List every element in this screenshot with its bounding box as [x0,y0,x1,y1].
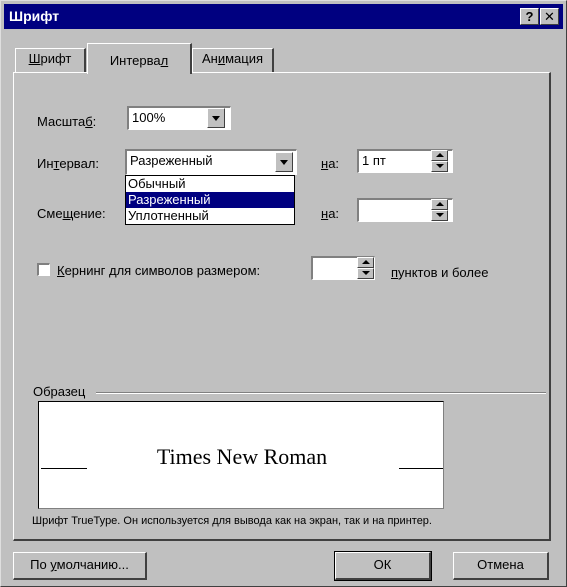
font-type-note: Шрифт TrueType. Он используется для выво… [32,515,432,527]
scale-value: 100% [132,110,166,125]
cancel-button[interactable]: Отмена [453,552,549,580]
dialog-title: Шрифт [9,8,60,24]
tab-font[interactable]: Шрифт [15,48,86,72]
preview-baseline-right [399,468,443,469]
spin-up-icon[interactable] [431,199,448,210]
preview-box: Times New Roman [38,401,444,509]
offset-by-spinner[interactable] [431,199,448,221]
interval-label: Интервал: [37,156,99,171]
preview-group-line [96,392,546,394]
offset-label: Смещение: [37,206,106,221]
tab-interval-accel: л [160,53,169,68]
interval-value: Разреженный [130,153,213,168]
interval-by-value: 1 пт [362,153,386,168]
tab-font-label: рифт [40,51,72,66]
kerning-size-spinner[interactable] [357,257,374,279]
title-bar: Шрифт ? ✕ [4,4,563,29]
interval-combobox[interactable]: Разреженный [125,149,297,175]
interval-dropdown-list: Обычный Разреженный Уплотненный [125,175,295,225]
tab-animation-label: Ан [201,51,218,66]
scale-label: Масштаб: [37,114,97,129]
spin-down-icon[interactable] [431,210,448,221]
kerning-suffix-label: пунктов и более [391,265,489,280]
spin-up-icon[interactable] [431,150,448,161]
tab-animation-label-rest: мация [225,51,264,66]
ok-button[interactable]: ОК [334,551,432,581]
tab-animation-accel: и [217,51,226,66]
spin-down-icon[interactable] [431,161,448,172]
interval-option-condensed[interactable]: Уплотненный [126,208,294,224]
preview-sample-text: Times New Roman [156,444,328,469]
tab-interval-label: Интерва [109,53,161,68]
interval-by-spinner[interactable] [431,150,448,172]
preview-group-label: Образец [33,384,86,399]
interval-by-label: на: [321,156,340,171]
tab-font-accel: Ш [28,51,41,66]
tab-interval[interactable]: Интервал [87,43,192,74]
close-button[interactable]: ✕ [540,8,559,25]
interval-dropdown-button[interactable] [275,152,293,172]
font-dialog: Шрифт ? ✕ Шрифт Интервал Анимация Масшта… [0,0,567,587]
interval-option-normal[interactable]: Обычный [126,176,294,192]
spin-down-icon[interactable] [357,268,374,279]
offset-by-label: на: [321,206,340,221]
default-button[interactable]: По умолчанию... [13,552,147,580]
help-button[interactable]: ? [520,8,539,25]
scale-dropdown-button[interactable] [207,108,225,128]
kerning-checkbox[interactable] [37,263,50,276]
spin-up-icon[interactable] [357,257,374,268]
interval-option-expanded[interactable]: Разреженный [126,192,294,208]
tab-animation[interactable]: Анимация [192,48,274,72]
kerning-label: Кернинг для символов размером: [57,263,261,278]
